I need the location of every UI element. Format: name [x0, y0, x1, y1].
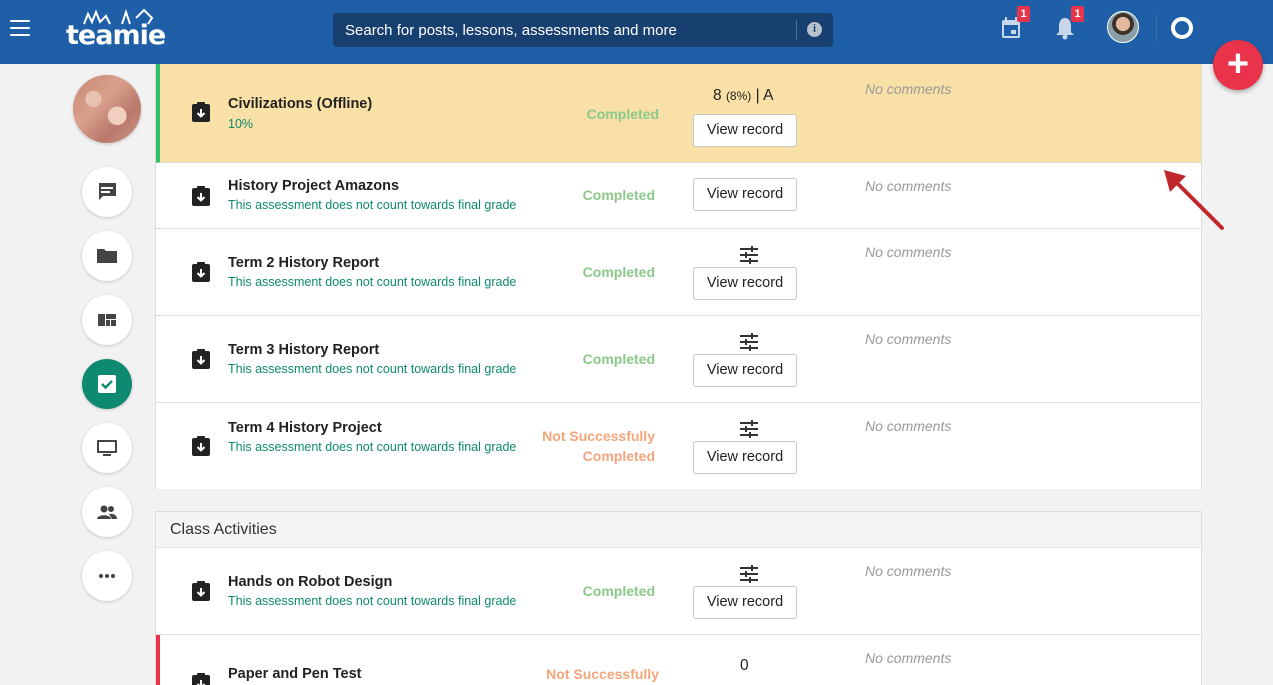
assignment-download-icon — [192, 581, 210, 601]
rail-messages-button[interactable] — [82, 167, 132, 217]
create-button[interactable]: + — [1213, 40, 1263, 90]
assessment-comment: No comments — [865, 331, 952, 347]
more-icon — [99, 574, 115, 578]
annotation-arrow-icon — [1164, 170, 1224, 230]
calendar-badge: 1 — [1017, 6, 1030, 22]
assessments-panel: Civilizations (Offline) 10% Completed 8 … — [155, 64, 1202, 489]
search-bar[interactable]: Search for posts, lessons, assessments a… — [333, 13, 833, 47]
assessment-comment: No comments — [865, 418, 952, 434]
dashboard-icon — [98, 314, 116, 326]
assessment-comment: No comments — [865, 244, 952, 260]
people-icon — [97, 505, 117, 519]
rail-lessons-button[interactable] — [82, 423, 132, 473]
teamie-logo[interactable]: teamie — [66, 8, 166, 52]
assessment-note: This assessment does not count towards f… — [228, 594, 517, 608]
notifications-button[interactable]: 1 — [1054, 6, 1084, 40]
rail-assessments-button[interactable] — [82, 359, 132, 409]
assessment-title[interactable]: Term 3 History Report — [228, 342, 379, 358]
calendar-button[interactable]: 1 — [1000, 6, 1030, 40]
assessment-title[interactable]: Term 4 History Project — [228, 420, 382, 436]
view-record-button[interactable]: View record — [693, 114, 797, 147]
rail-members-button[interactable] — [82, 487, 132, 537]
assessment-title[interactable]: History Project Amazons — [228, 178, 399, 194]
message-icon — [98, 183, 116, 200]
view-record-button[interactable]: View record — [693, 441, 797, 474]
assessment-row[interactable]: History Project Amazons This assessment … — [156, 163, 1201, 229]
assignment-download-icon — [192, 262, 210, 282]
view-record-button[interactable]: View record — [693, 178, 797, 211]
assessment-row[interactable]: Paper and Pen Test Not Successfully 0 No… — [156, 635, 1201, 685]
assignment-download-icon — [192, 186, 210, 206]
assessment-status: Completed — [586, 106, 659, 122]
view-record-button[interactable]: View record — [693, 354, 797, 387]
toolbar-divider — [1156, 14, 1157, 42]
monitor-icon — [97, 440, 117, 456]
assessment-title[interactable]: Civilizations (Offline) — [228, 96, 372, 112]
checkbox-icon — [98, 375, 116, 393]
view-record-button[interactable]: View record — [693, 267, 797, 300]
assessment-row[interactable]: Hands on Robot Design This assessment do… — [156, 548, 1201, 635]
assessment-row[interactable]: Civilizations (Offline) 10% Completed 8 … — [156, 64, 1201, 163]
assessment-status: Completed — [582, 264, 655, 280]
assessment-title[interactable]: Hands on Robot Design — [228, 574, 392, 590]
tune-icon[interactable] — [738, 420, 760, 438]
assessment-note: This assessment does not count towards f… — [228, 440, 517, 454]
assessment-note: This assessment does not count towards f… — [228, 275, 517, 289]
assessment-comment: No comments — [865, 81, 952, 97]
section-header: Class Activities — [156, 512, 1201, 548]
assignment-download-icon — [192, 436, 210, 456]
tune-icon[interactable] — [738, 246, 760, 264]
assessment-status: Not Successfully Completed — [542, 428, 655, 464]
help-icon[interactable] — [1171, 17, 1193, 39]
menu-icon[interactable] — [10, 20, 30, 36]
rail-dashboard-button[interactable] — [82, 295, 132, 345]
rail-folder-button[interactable] — [82, 231, 132, 281]
assessment-row[interactable]: Term 2 History Report This assessment do… — [156, 229, 1201, 316]
top-bar: teamie Search for posts, lessons, assess… — [0, 0, 1273, 64]
assessment-row[interactable]: Term 4 History Project This assessment d… — [156, 403, 1201, 489]
class-avatar[interactable] — [73, 75, 141, 143]
user-avatar[interactable] — [1107, 11, 1139, 43]
assessment-score: 8 (8%) | A — [713, 87, 774, 104]
info-icon[interactable]: i — [807, 22, 822, 37]
class-activities-section: Class Activities Hands on Robot Design T… — [155, 511, 1202, 685]
assessment-status: Completed — [582, 351, 655, 367]
rail-more-button[interactable] — [82, 551, 132, 601]
search-divider — [796, 20, 797, 40]
section-title: Class Activities — [170, 521, 277, 538]
assessment-weight: 10% — [228, 117, 254, 131]
assessment-comment: No comments — [865, 563, 952, 579]
assessment-score: 0 — [740, 657, 749, 674]
search-input[interactable]: Search for posts, lessons, assessments a… — [345, 22, 677, 39]
assessment-title[interactable]: Term 2 History Report — [228, 255, 379, 271]
tune-icon[interactable] — [738, 565, 760, 583]
view-record-button[interactable]: View record — [693, 586, 797, 619]
assessment-status: Completed — [582, 187, 655, 203]
notifications-badge: 1 — [1071, 6, 1084, 22]
assessment-row[interactable]: Term 3 History Report This assessment do… — [156, 316, 1201, 403]
folder-icon — [97, 249, 117, 263]
assessment-comment: No comments — [865, 178, 952, 194]
assessment-note: This assessment does not count towards f… — [228, 198, 517, 212]
assessment-comment: No comments — [865, 650, 952, 666]
assignment-download-icon — [192, 349, 210, 369]
assessment-title[interactable]: Paper and Pen Test — [228, 666, 362, 682]
tune-icon[interactable] — [738, 333, 760, 351]
assessment-status: Completed — [582, 583, 655, 599]
assignment-download-icon — [192, 673, 210, 685]
assignment-download-icon — [192, 102, 210, 122]
assessment-note: This assessment does not count towards f… — [228, 362, 517, 376]
assessment-status: Not Successfully — [546, 666, 659, 682]
